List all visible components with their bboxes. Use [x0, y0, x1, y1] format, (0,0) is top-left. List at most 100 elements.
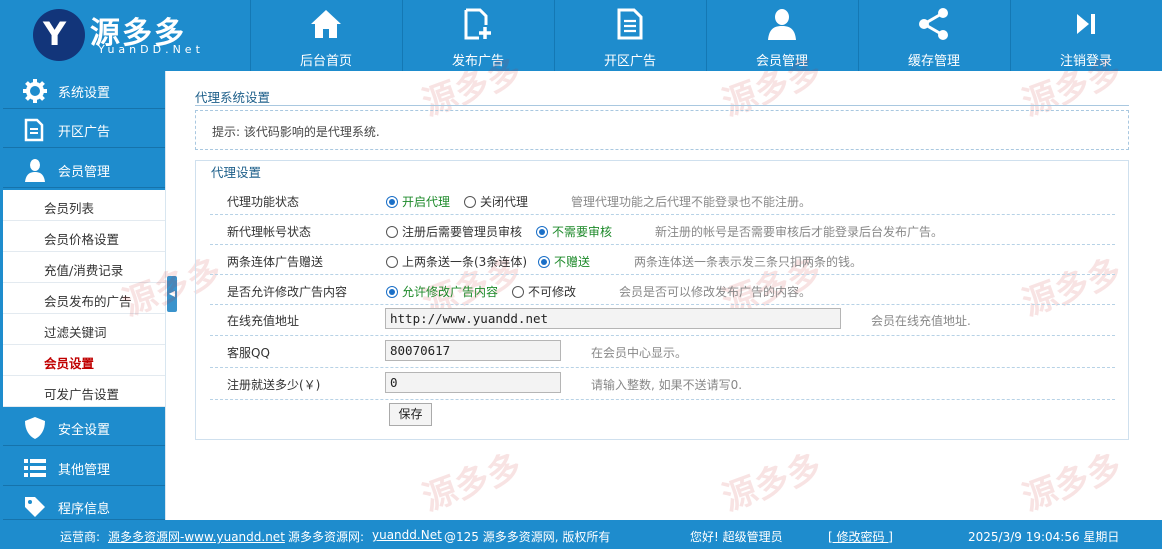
panel-title: 代理设置: [211, 165, 262, 180]
sidebar-item-recharge-records[interactable]: 充值/消费记录: [3, 252, 165, 283]
nav-cache-management[interactable]: 缓存管理: [858, 0, 1009, 71]
recharge-url-input[interactable]: [385, 308, 841, 329]
sidebar-section-member-management[interactable]: 会员管理: [3, 150, 165, 188]
sidebar-item-label: 会员设置: [44, 356, 95, 371]
user-icon: [707, 6, 857, 42]
nav-home-label: 后台首页: [299, 54, 352, 69]
radio-disallow-edit[interactable]: 不可修改: [512, 283, 576, 300]
sidebar-section-other-management[interactable]: 其他管理: [3, 448, 165, 486]
title-divider: [195, 105, 1129, 106]
change-password-link[interactable]: [ 修改密码 ]: [828, 528, 893, 545]
sidebar-item-label: 会员发布的广告: [44, 294, 132, 309]
sidebar-section-label: 其他管理: [58, 463, 111, 478]
radio-dot: [512, 285, 524, 298]
field-label: 注册就送多少(￥): [227, 378, 321, 392]
tip-box: 提示: 该代码影响的是代理系统.: [195, 110, 1129, 150]
service-qq-input[interactable]: [385, 340, 561, 361]
nav-logout[interactable]: 注销登录: [1010, 0, 1161, 71]
nav-member-management-label: 会员管理: [755, 54, 808, 69]
nav-home[interactable]: 后台首页: [250, 0, 401, 71]
form-row-agent-status: 代理功能状态 开启代理 关闭代理 管理代理功能之后代理不能登录也不能注册。: [210, 185, 1115, 215]
footer-site-link[interactable]: yuandd.Net: [372, 528, 442, 542]
sidebar-collapse-toggle[interactable]: ◀: [167, 276, 177, 312]
footer-operator-label: 运营商:: [60, 530, 101, 544]
field-hint: 会员在线充值地址.: [871, 314, 971, 328]
field-hint: 两条连体送一条表示发三条只扣两条的钱。: [634, 255, 863, 269]
nav-server-ads-label: 开区广告: [603, 54, 656, 69]
field-hint: 请输入整数, 如果不送请写0.: [591, 378, 743, 392]
sidebar-item-member-price-settings[interactable]: 会员价格设置: [3, 221, 165, 252]
shield-icon: [23, 416, 47, 440]
footer: 运营商: 源多多资源网-www.yuandd.net 源多多资源网: yuand…: [0, 520, 1162, 549]
form-row-allow-edit-ads: 是否允许修改广告内容 允许修改广告内容 不可修改 会员是否可以修改发布广告的内容…: [210, 275, 1115, 305]
sidebar-item-member-ads[interactable]: 会员发布的广告: [3, 283, 165, 314]
sidebar-item-label: 可发广告设置: [44, 387, 120, 402]
radio-label: 不赠送: [554, 255, 591, 269]
sidebar-section-server-ads[interactable]: 开区广告: [3, 110, 165, 148]
document-icon: [23, 118, 47, 142]
sidebar-item-label: 会员价格设置: [44, 232, 120, 247]
radio-dot: [538, 255, 550, 268]
field-label: 两条连体广告赠送: [227, 255, 324, 269]
sidebar-item-filter-keywords[interactable]: 过滤关键词: [3, 314, 165, 345]
radio-buy-two-get-one[interactable]: 上两条送一条(3条连体): [386, 253, 527, 270]
radio-label: 上两条送一条(3条连体): [402, 255, 527, 269]
sidebar-section-security-settings[interactable]: 安全设置: [3, 408, 165, 446]
form-row-signup-bonus: 注册就送多少(￥) 请输入整数, 如果不送请写0.: [210, 368, 1115, 400]
radio-label: 不需要审核: [552, 225, 613, 239]
radio-enable-agent[interactable]: 开启代理: [386, 193, 450, 210]
radio-no-bonus[interactable]: 不赠送: [538, 253, 590, 270]
nav-cache-management-label: 缓存管理: [907, 54, 960, 69]
radio-dot: [386, 285, 398, 298]
radio-label: 不可修改: [528, 285, 577, 299]
nav-server-ads[interactable]: 开区广告: [554, 0, 705, 71]
nav-logout-label: 注销登录: [1059, 54, 1112, 69]
tag-icon: [23, 495, 47, 519]
signup-bonus-input[interactable]: [385, 372, 561, 393]
field-label: 在线充值地址: [227, 314, 300, 328]
radio-label: 开启代理: [402, 195, 451, 209]
form-row-double-ad-bonus: 两条连体广告赠送 上两条送一条(3条连体) 不赠送 两条连体送一条表示发三条只扣…: [210, 245, 1115, 275]
field-hint: 新注册的帐号是否需要审核后才能登录后台发布广告。: [655, 225, 944, 239]
user-icon: [23, 158, 47, 182]
document-icon: [555, 6, 705, 42]
sidebar-item-label: 过滤关键词: [44, 325, 107, 340]
sidebar-item-label: 会员列表: [44, 201, 95, 216]
radio-dot: [386, 255, 398, 268]
save-button[interactable]: 保存: [389, 403, 432, 426]
sidebar-section-label: 程序信息: [58, 502, 111, 517]
nav-post-ad[interactable]: 发布广告: [402, 0, 553, 71]
sidebar-section-label: 开区广告: [58, 125, 111, 140]
field-label: 是否允许修改广告内容: [227, 285, 348, 299]
radio-dot: [386, 225, 398, 238]
page-title: 代理系统设置: [195, 90, 271, 105]
sidebar-item-member-settings[interactable]: 会员设置: [3, 345, 165, 376]
footer-operator-link[interactable]: 源多多资源网-www.yuandd.net: [108, 528, 285, 545]
radio-require-review[interactable]: 注册后需要管理员审核: [386, 223, 522, 240]
footer-site-label: 源多多资源网:: [288, 530, 365, 544]
radio-dot: [386, 195, 398, 208]
radio-disable-agent[interactable]: 关闭代理: [464, 193, 528, 210]
sidebar-section-system-settings[interactable]: 系统设置: [3, 71, 165, 109]
sidebar-item-member-list[interactable]: 会员列表: [3, 190, 165, 221]
logout-icon: [1011, 6, 1161, 42]
form-row-new-agent-status: 新代理帐号状态 注册后需要管理员审核 不需要审核 新注册的帐号是否需要审核后才能…: [210, 215, 1115, 245]
field-label: 新代理帐号状态: [227, 225, 312, 239]
radio-dot: [464, 195, 476, 208]
sidebar-section-label: 安全设置: [58, 423, 111, 438]
footer-datetime: 2025/3/9 19:04:56 星期日: [968, 530, 1120, 544]
sidebar-item-postable-ad-settings[interactable]: 可发广告设置: [3, 376, 165, 407]
footer-greeting: 您好! 超级管理员: [690, 530, 783, 544]
nav-member-management[interactable]: 会员管理: [706, 0, 857, 71]
radio-no-review[interactable]: 不需要审核: [536, 223, 612, 240]
footer-copyright: @125 源多多资源网, 版权所有: [444, 530, 611, 544]
sidebar-section-program-info[interactable]: 程序信息: [3, 487, 165, 520]
form-row-recharge-url: 在线充值地址 会员在线充值地址.: [210, 304, 1115, 336]
radio-allow-edit[interactable]: 允许修改广告内容: [386, 283, 498, 300]
sidebar-section-label: 会员管理: [58, 165, 111, 180]
field-hint: 在会员中心显示。: [591, 346, 688, 360]
home-icon: [251, 6, 401, 42]
logo: Y 源多多 YuanDD.Net: [0, 0, 250, 71]
field-label: 代理功能状态: [227, 195, 300, 209]
field-hint: 会员是否可以修改发布广告的内容。: [619, 285, 812, 299]
